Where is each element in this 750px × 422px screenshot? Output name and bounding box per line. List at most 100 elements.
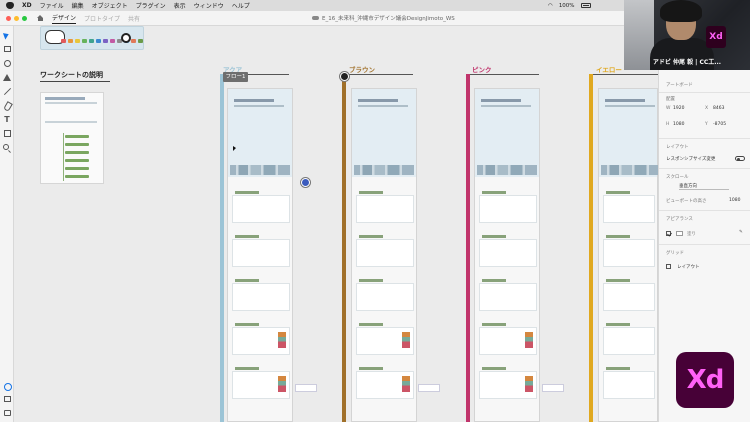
component-thumbnail[interactable] <box>418 384 440 392</box>
responsive-resize-toggle[interactable] <box>735 156 745 161</box>
artboard-section <box>603 323 655 355</box>
viewport-height-field[interactable]: 1080 <box>729 198 740 203</box>
grid-label: グリッド <box>666 251 684 256</box>
color-swatch <box>278 376 286 392</box>
artboard-section <box>356 235 414 267</box>
artboard-brown[interactable] <box>351 88 417 422</box>
artboard-tool-icon[interactable] <box>3 130 11 137</box>
menu-window[interactable]: ウィンドウ <box>194 1 224 10</box>
artboard-text-line <box>45 121 97 123</box>
column-bar-aqua <box>220 74 224 422</box>
artboard-section <box>603 367 655 399</box>
grid-type-dropdown[interactable]: レイアウト <box>677 264 700 270</box>
layers-icon[interactable] <box>3 396 11 402</box>
home-icon[interactable] <box>37 15 44 21</box>
artboard-section <box>479 279 537 311</box>
color-chip <box>68 39 73 43</box>
menu-object[interactable]: オブジェクト <box>92 1 128 10</box>
apple-icon[interactable] <box>6 2 14 9</box>
worksheet-title: ワークシートの説明 <box>40 71 103 79</box>
pen-tool-icon[interactable] <box>3 102 11 110</box>
divider <box>659 210 750 211</box>
artboard-section <box>479 191 537 223</box>
fill-color-swatch[interactable] <box>676 231 683 236</box>
width-field[interactable]: 1920 <box>673 106 684 111</box>
tab-share[interactable]: 共有 <box>128 14 140 23</box>
zoom-tool-icon[interactable] <box>3 144 9 150</box>
section-tag <box>482 367 506 370</box>
eyedropper-icon[interactable]: ✎ <box>739 230 743 235</box>
assets-icon[interactable] <box>3 410 11 416</box>
collaborator-avatar-icon[interactable] <box>340 72 349 81</box>
artboard-section <box>603 191 655 223</box>
cityscape-graphic <box>601 165 658 175</box>
tab-design[interactable]: デザイン <box>52 13 77 24</box>
wifi-icon[interactable]: ◠ <box>548 3 553 9</box>
xd-box-graphic: Xd <box>706 26 726 48</box>
step-item <box>65 159 89 162</box>
component-thumbnail[interactable] <box>542 384 564 392</box>
status-area: ◠ 100% <box>548 0 591 11</box>
x-label: X <box>705 106 709 111</box>
section-tag <box>235 191 259 194</box>
step-item <box>65 151 89 154</box>
x-field[interactable]: 8463 <box>713 106 724 111</box>
step-item <box>65 143 89 146</box>
text-tool-icon[interactable]: T <box>3 116 11 124</box>
ellipse-tool-icon[interactable] <box>3 60 11 67</box>
artboard-header <box>228 89 292 177</box>
width-label: W <box>666 106 671 111</box>
xd-app-window: XD ファイル 編集 オブジェクト プラグイン 表示 ウィンドウ ヘルプ ◠ 1… <box>0 0 750 422</box>
component-thumbnail[interactable] <box>295 384 317 392</box>
artboard-title-line <box>358 99 398 102</box>
y-field[interactable]: -8705 <box>713 122 726 127</box>
artboard-aqua[interactable] <box>227 88 293 422</box>
position-label: 配置 <box>666 97 675 102</box>
select-tool-icon[interactable] <box>3 32 11 40</box>
artboard-section-title: アートボード <box>666 83 693 88</box>
column-rule-yellow <box>592 74 658 75</box>
color-chip <box>89 39 94 43</box>
section-tag <box>235 367 259 370</box>
height-field[interactable]: 1080 <box>673 122 684 127</box>
artboard-text-line <box>605 105 655 107</box>
battery-icon[interactable] <box>580 3 591 8</box>
artboard-pink[interactable] <box>474 88 540 422</box>
worksheet-explanation-artboard[interactable] <box>40 92 104 184</box>
column-bar-brown <box>342 74 346 422</box>
share-icon[interactable] <box>3 382 12 391</box>
menu-edit[interactable]: 編集 <box>72 1 84 10</box>
divider <box>659 92 750 93</box>
zoom-window-button[interactable] <box>22 15 27 21</box>
minimize-window-button[interactable] <box>14 15 19 21</box>
document-title[interactable]: E_16_未来科_沖縄市デザイン議会DesignJimoto_WS <box>312 14 455 22</box>
menu-file[interactable]: ファイル <box>40 1 64 10</box>
presenter-hair <box>660 0 702 22</box>
artboard-section <box>232 235 290 267</box>
height-label: H <box>666 122 670 127</box>
flow-start-button[interactable]: フロー1 <box>223 72 248 82</box>
close-window-button[interactable] <box>6 15 11 21</box>
menu-view[interactable]: 表示 <box>174 1 186 10</box>
menu-plugins[interactable]: プラグイン <box>136 1 166 10</box>
appearance-label: アピアランス <box>666 217 693 222</box>
column-label-brown: ブラウン <box>349 66 375 74</box>
line-tool-icon[interactable] <box>3 88 11 96</box>
grid-checkbox[interactable] <box>666 264 671 269</box>
artboard-yellow[interactable] <box>598 88 658 422</box>
fill-checkbox[interactable] <box>666 231 671 236</box>
scroll-dropdown[interactable]: 垂直方向 <box>679 183 729 190</box>
banner-artboard[interactable] <box>40 26 144 50</box>
menu-app-xd[interactable]: XD <box>22 2 32 9</box>
responsive-resize-label: レスポンシブサイズ変更 <box>666 157 716 162</box>
section-tag <box>235 323 259 326</box>
section-tag <box>359 191 383 194</box>
column-bar-pink <box>466 74 470 422</box>
polygon-tool-icon[interactable] <box>3 74 11 82</box>
rectangle-tool-icon[interactable] <box>3 46 11 52</box>
menu-help[interactable]: ヘルプ <box>232 1 250 10</box>
tab-prototype[interactable]: プロトタイプ <box>84 14 120 23</box>
column-rule-pink <box>469 74 539 75</box>
design-canvas[interactable]: ワークシートの説明 アクア フロー1 ブラウン ピンク イエロー <box>14 26 658 422</box>
collaborator-avatar-icon[interactable] <box>301 178 310 187</box>
